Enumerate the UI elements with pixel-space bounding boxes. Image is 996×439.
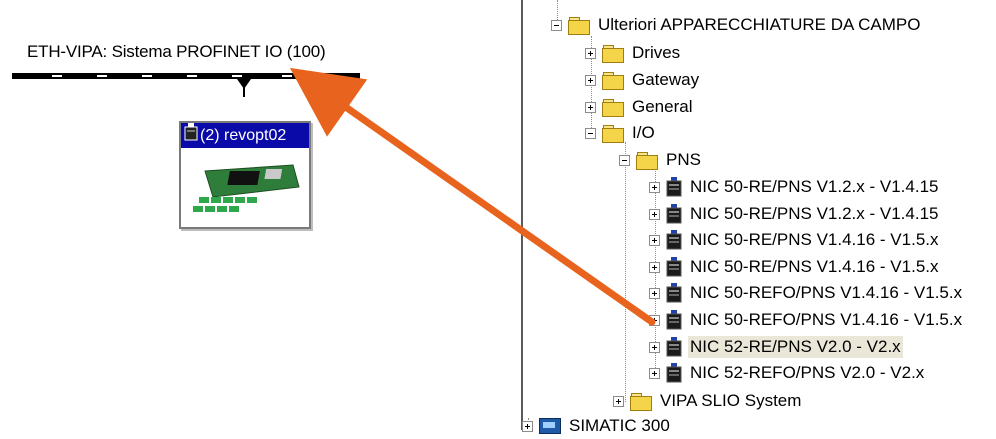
annotation-arrow [289, 67, 656, 326]
annotation-arrow-line [289, 67, 656, 326]
